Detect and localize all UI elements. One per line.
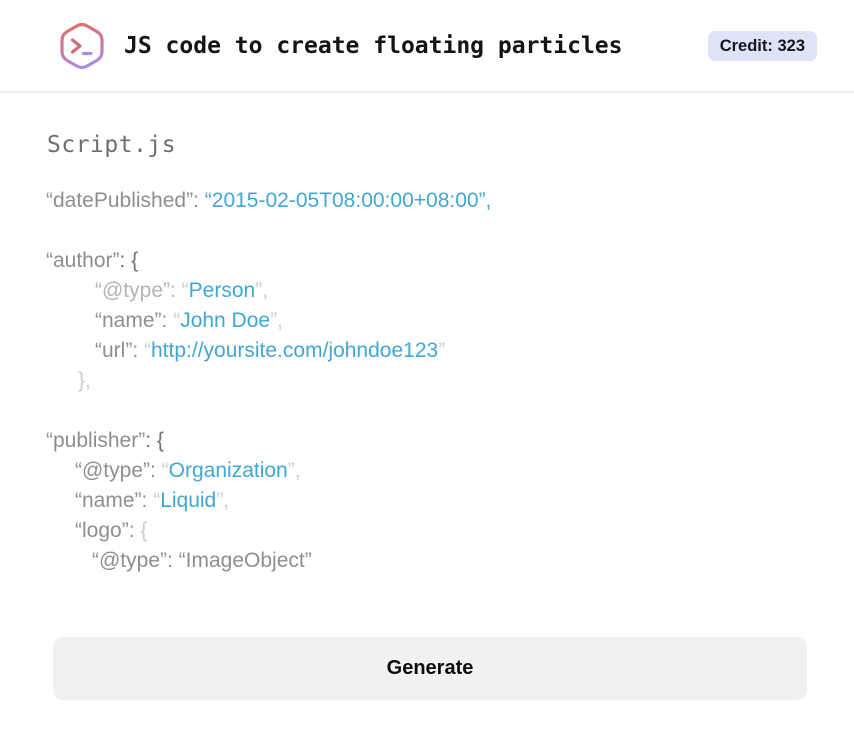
code-line: “datePublished”: “2015-02-05T08:00:00+08…: [46, 186, 824, 216]
code-token-punct-light: ”,: [255, 279, 269, 302]
code-token-punct-light: },: [78, 369, 91, 392]
code-token-value: http://yoursite.com/johndoe123: [151, 339, 439, 362]
code-line: “publisher”: {: [46, 426, 824, 456]
file-name-heading: Script.js: [47, 132, 177, 158]
code-block: “datePublished”: “2015-02-05T08:00:00+08…: [46, 186, 824, 576]
header: JS code to create floating particles Cre…: [0, 0, 854, 93]
code-token-punct-light: ”,: [270, 309, 283, 332]
code-line: “name”: “John Doe”,: [46, 306, 824, 336]
code-line: “url”: “http://yoursite.com/johndoe123”: [46, 336, 824, 366]
generate-button[interactable]: Generate: [53, 637, 807, 700]
code-token-key-light: “@type”:: [95, 279, 182, 302]
terminal-hexagon-icon: [56, 20, 108, 72]
code-line: },: [46, 366, 824, 396]
code-line: “@type”: “ImageObject”: [46, 546, 824, 576]
page-title: JS code to create floating particles: [124, 32, 623, 59]
code-line: “logo”: {: [46, 516, 824, 546]
code-token-punct-light: {: [140, 519, 148, 542]
app-window: JS code to create floating particles Cre…: [0, 0, 854, 748]
code-token-key: “author”: [46, 249, 120, 272]
code-token-punct-light: ”: [438, 339, 446, 362]
code-token-punct-light: ”,: [287, 459, 301, 482]
code-line: “name”: “Liquid”,: [46, 486, 824, 516]
code-token-key: “datePublished”:: [46, 189, 205, 212]
credit-badge: Credit: 323: [707, 30, 817, 61]
code-token-key: “publisher”: [46, 429, 146, 452]
code-token-punct-light: ”,: [216, 489, 230, 512]
code-token-value: Person: [188, 279, 256, 302]
code-token-key: “@type”:: [75, 459, 162, 482]
code-token-value: Liquid: [160, 489, 217, 512]
code-token-value: “2015-02-05T08:00:00+08:00”,: [204, 189, 492, 212]
code-line: “author”: {: [46, 246, 824, 276]
code-token-key: “name”:: [75, 489, 154, 512]
code-line: “@type”: “Organization”,: [46, 456, 824, 486]
code-token-punct-light: “: [144, 339, 151, 362]
code-token-value: John Doe: [180, 309, 271, 332]
code-token-punct-dark: : {: [119, 249, 139, 272]
code-token-punct-light: “: [181, 279, 189, 302]
code-token-key: “@type”: “ImageObject”: [92, 549, 312, 572]
code-token-key: “name”:: [95, 309, 174, 332]
code-token-key: “logo”:: [75, 519, 141, 542]
code-token-value: Organization: [168, 459, 288, 482]
code-token-punct-dark: : {: [145, 429, 164, 452]
code-line: “@type”: “Person”,: [46, 276, 824, 306]
code-token-key: “url”:: [95, 339, 144, 362]
code-token-punct-light: “: [161, 459, 169, 482]
